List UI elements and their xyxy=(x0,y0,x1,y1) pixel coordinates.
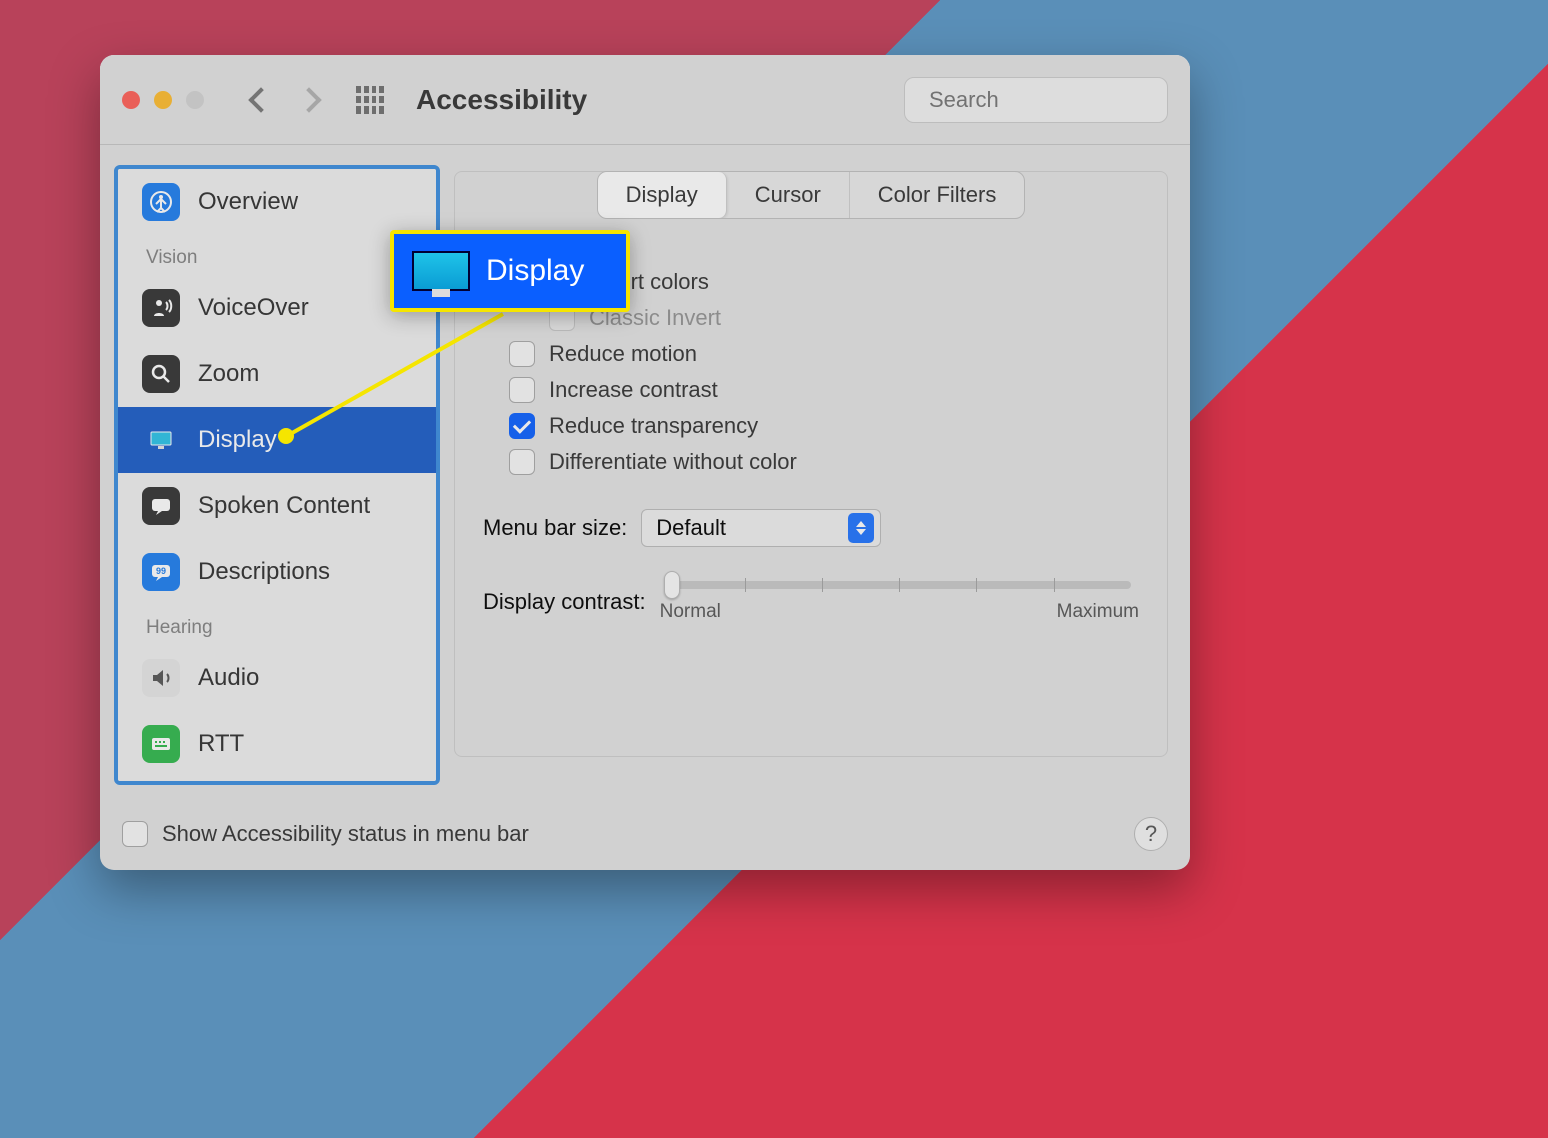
zoom-icon xyxy=(142,355,180,393)
sidebar-item-captions[interactable]: Captions xyxy=(118,777,436,785)
display-contrast-label: Display contrast: xyxy=(483,589,646,615)
footer: Show Accessibility status in menu bar ? xyxy=(100,798,1190,870)
contrast-slider[interactable] xyxy=(668,581,1131,589)
sidebar-item-label: Audio xyxy=(198,664,259,692)
option-label: Reduce motion xyxy=(549,341,697,367)
sidebar-item-label: Spoken Content xyxy=(198,492,370,520)
sidebar-item-voiceover[interactable]: VoiceOver xyxy=(118,275,436,341)
sidebar-item-label: Overview xyxy=(198,188,298,216)
show-all-icon[interactable] xyxy=(356,86,384,114)
back-button[interactable] xyxy=(248,87,273,112)
search-field[interactable] xyxy=(904,77,1168,123)
descriptions-icon: 99 xyxy=(142,553,180,591)
sidebar-item-overview[interactable]: Overview xyxy=(118,169,436,235)
callout-anchor-dot xyxy=(278,428,294,444)
close-window-icon[interactable] xyxy=(122,91,140,109)
maximize-window-icon[interactable] xyxy=(186,91,204,109)
traffic-lights xyxy=(122,91,204,109)
sidebar-item-label: Descriptions xyxy=(198,558,330,586)
sidebar-item-audio[interactable]: Audio xyxy=(118,645,436,711)
checkbox-icon[interactable] xyxy=(509,377,535,403)
checkbox-icon[interactable] xyxy=(509,413,535,439)
preferences-window: Accessibility Overview Vision VoiceOver xyxy=(100,55,1190,870)
sidebar-item-descriptions[interactable]: 99 Descriptions xyxy=(118,539,436,605)
callout-label: Display xyxy=(486,254,584,288)
forward-button[interactable] xyxy=(296,87,321,112)
sidebar-item-label: RTT xyxy=(198,730,244,758)
help-button[interactable]: ? xyxy=(1134,817,1168,851)
slider-max-label: Maximum xyxy=(1057,601,1139,623)
display-contrast-row: Display contrast: Normal Maximum xyxy=(483,581,1139,623)
option-reduce-motion[interactable]: Reduce motion xyxy=(509,341,1139,367)
overview-icon xyxy=(142,183,180,221)
tab-bar: Display Cursor Color Filters xyxy=(483,171,1139,219)
sidebar-item-display[interactable]: Display xyxy=(118,407,436,473)
option-label: Reduce transparency xyxy=(549,413,758,439)
svg-text:99: 99 xyxy=(156,566,166,576)
window-title: Accessibility xyxy=(416,84,904,116)
tab-display[interactable]: Display xyxy=(598,172,727,218)
window-body: Overview Vision VoiceOver Zoom Display xyxy=(100,145,1190,798)
menu-bar-size-row: Menu bar size: Default xyxy=(483,509,1139,547)
sidebar-item-zoom[interactable]: Zoom xyxy=(118,341,436,407)
chevron-up-down-icon xyxy=(848,513,874,543)
rtt-icon xyxy=(142,725,180,763)
sidebar-item-label: Zoom xyxy=(198,360,259,388)
callout-display: Display xyxy=(390,230,630,312)
nav-buttons xyxy=(252,91,318,109)
slider-min-label: Normal xyxy=(660,601,721,623)
select-value: Default xyxy=(656,515,726,541)
audio-icon xyxy=(142,659,180,697)
tab-cursor[interactable]: Cursor xyxy=(727,172,850,218)
sidebar-item-spoken-content[interactable]: Spoken Content xyxy=(118,473,436,539)
display-icon xyxy=(412,251,470,291)
option-differentiate-without-color[interactable]: Differentiate without color xyxy=(509,449,1139,475)
option-label: Differentiate without color xyxy=(549,449,797,475)
sidebar-item-label: VoiceOver xyxy=(198,294,309,322)
option-classic-invert: Classic Invert xyxy=(549,305,1139,331)
option-reduce-transparency[interactable]: Reduce transparency xyxy=(509,413,1139,439)
tab-color-filters[interactable]: Color Filters xyxy=(850,172,1025,218)
titlebar: Accessibility xyxy=(100,55,1190,145)
voiceover-icon xyxy=(142,289,180,327)
checkbox-icon[interactable] xyxy=(509,341,535,367)
slider-knob[interactable] xyxy=(664,571,680,599)
option-increase-contrast[interactable]: Increase contrast xyxy=(509,377,1139,403)
search-input[interactable] xyxy=(929,87,1190,113)
sidebar-group-hearing: Hearing xyxy=(118,605,436,645)
display-icon xyxy=(142,421,180,459)
checkbox-icon[interactable] xyxy=(509,449,535,475)
sidebar-group-vision: Vision xyxy=(118,235,436,275)
option-label: Increase contrast xyxy=(549,377,718,403)
menu-bar-size-label: Menu bar size: xyxy=(483,515,627,541)
sidebar-item-rtt[interactable]: RTT xyxy=(118,711,436,777)
checkbox-icon[interactable] xyxy=(122,821,148,847)
footer-label: Show Accessibility status in menu bar xyxy=(162,821,1134,847)
minimize-window-icon[interactable] xyxy=(154,91,172,109)
spoken-content-icon xyxy=(142,487,180,525)
sidebar-item-label: Display xyxy=(198,426,277,454)
menu-bar-size-select[interactable]: Default xyxy=(641,509,881,547)
